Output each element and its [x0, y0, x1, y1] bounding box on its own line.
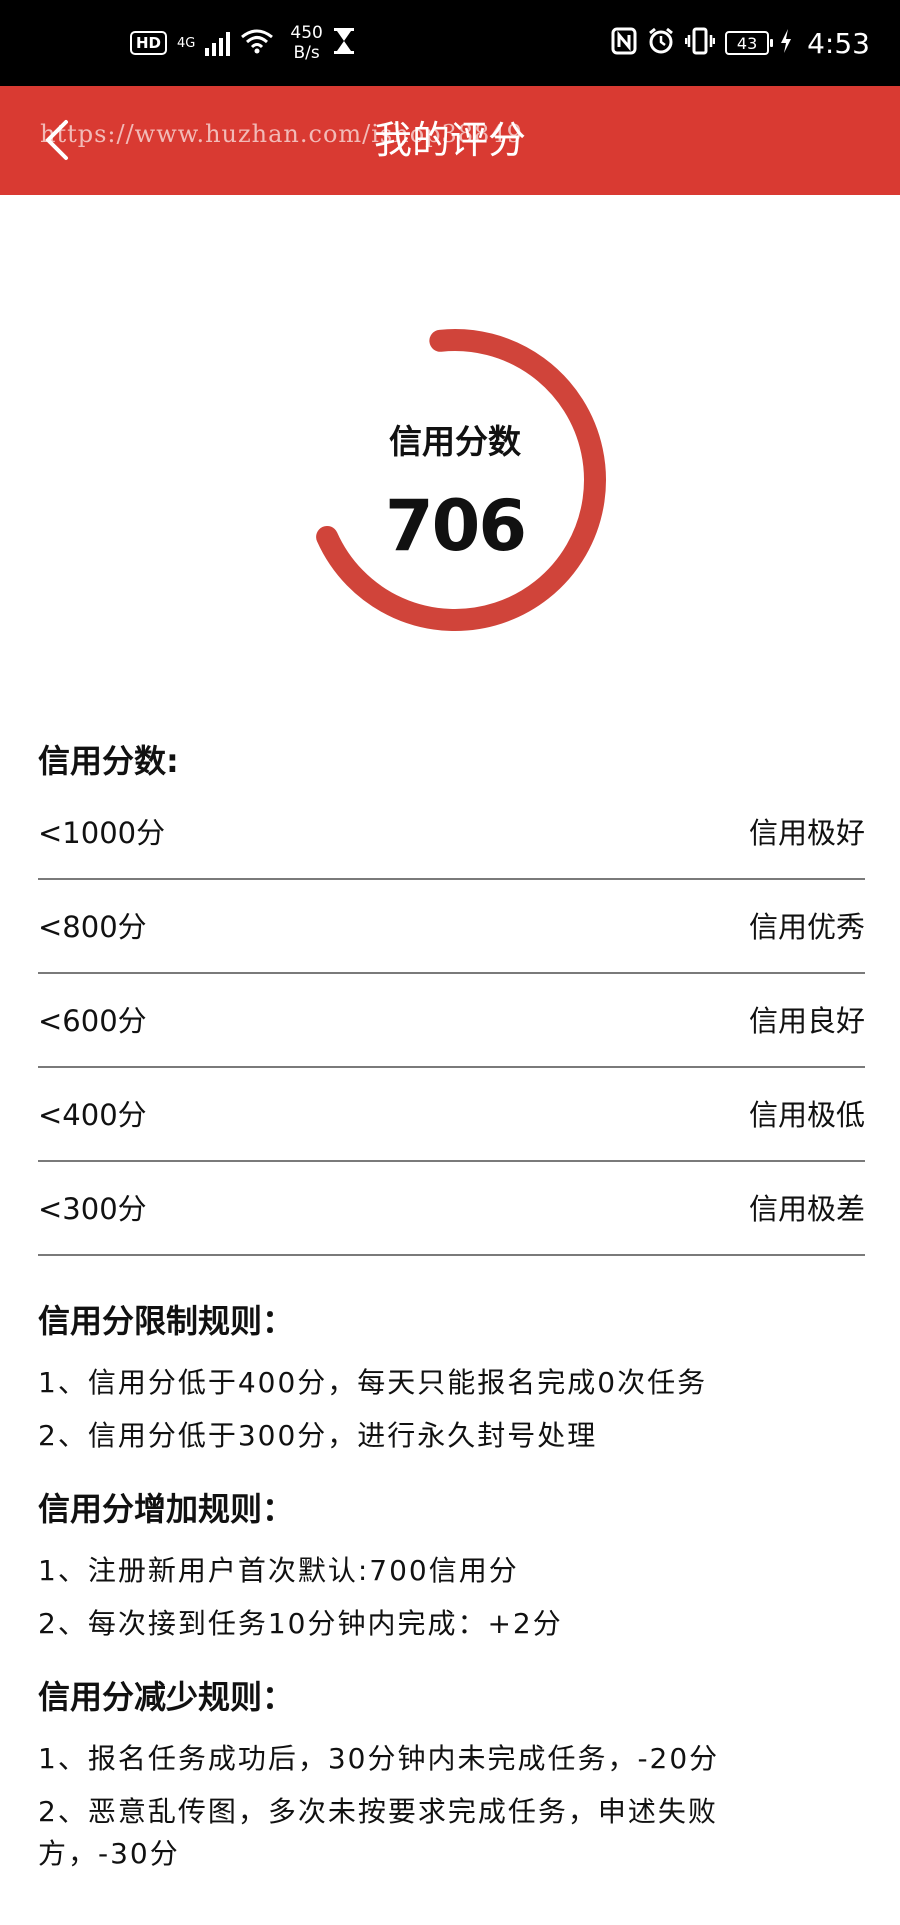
score-ring [316, 329, 606, 631]
score-ring-arc [316, 329, 606, 631]
vibrate-icon [684, 27, 716, 59]
level-score: <600分 [38, 1004, 147, 1038]
level-row: <300分 信用极差 [38, 1162, 865, 1256]
clock-time: 4:53 [807, 26, 870, 60]
decrease-rule-item: 2、恶意乱传图，多次未按要求完成任务，申述失败方，-30分 [38, 1795, 718, 1870]
charging-icon [779, 28, 793, 58]
network-speed: 450 B/s [290, 23, 322, 63]
increase-rules-title: 信用分增加规则： [38, 1490, 295, 1528]
levels-title: 信用分数: [38, 742, 179, 780]
level-desc: 信用优秀 [748, 910, 865, 944]
signal-icon [205, 30, 231, 56]
app-header: 我的评分 https://www.huzhan.com/ishop38849 [0, 86, 900, 195]
level-row: <1000分 信用极好 [38, 786, 865, 880]
wifi-icon [240, 28, 274, 58]
status-bar: HD 4G 450 B/s 43 4:53 [0, 0, 900, 86]
level-score: <800分 [38, 910, 147, 944]
status-left-group: HD 4G 450 B/s [130, 0, 355, 86]
status-right-group: 43 4:53 [611, 0, 870, 86]
alarm-icon [647, 27, 675, 59]
score-value: 706 [384, 485, 527, 567]
nfc-icon [611, 27, 637, 59]
decrease-rules-title: 信用分减少规则： [38, 1678, 295, 1716]
score-label: 信用分数 [389, 422, 521, 461]
level-score: <300分 [38, 1192, 147, 1226]
levels-list: <1000分 信用极好 <800分 信用优秀 <600分 信用良好 <400分 … [38, 786, 865, 1256]
level-row: <400分 信用极低 [38, 1068, 865, 1162]
battery-indicator: 43 [725, 31, 774, 55]
page-title: 我的评分 [373, 118, 526, 162]
level-score: <400分 [38, 1098, 147, 1132]
level-score: <1000分 [38, 816, 166, 850]
limit-rule-item: 2、信用分低于300分，进行永久封号处理 [38, 1419, 598, 1452]
credit-score-gauge: 信用分数 706 [290, 315, 620, 645]
speed-unit: B/s [293, 43, 320, 63]
level-desc: 信用极低 [748, 1098, 865, 1132]
limit-rule-item: 1、信用分低于400分，每天只能报名完成0次任务 [38, 1366, 708, 1399]
level-desc: 信用极差 [748, 1192, 865, 1226]
hourglass-icon [333, 27, 355, 59]
increase-rule-item: 1、注册新用户首次默认:700信用分 [38, 1554, 519, 1587]
network-type: 4G [177, 35, 196, 51]
limit-rules-title: 信用分限制规则： [38, 1302, 295, 1340]
speed-value: 450 [290, 23, 323, 43]
level-desc: 信用极好 [748, 816, 865, 850]
hd-badge: HD [130, 31, 168, 55]
increase-rule-item: 2、每次接到任务10分钟内完成：+2分 [38, 1607, 563, 1640]
level-row: <800分 信用优秀 [38, 880, 865, 974]
level-desc: 信用良好 [748, 1004, 865, 1038]
decrease-rule-item: 1、报名任务成功后，30分钟内未完成任务，-20分 [38, 1742, 720, 1775]
level-row: <600分 信用良好 [38, 974, 865, 1068]
